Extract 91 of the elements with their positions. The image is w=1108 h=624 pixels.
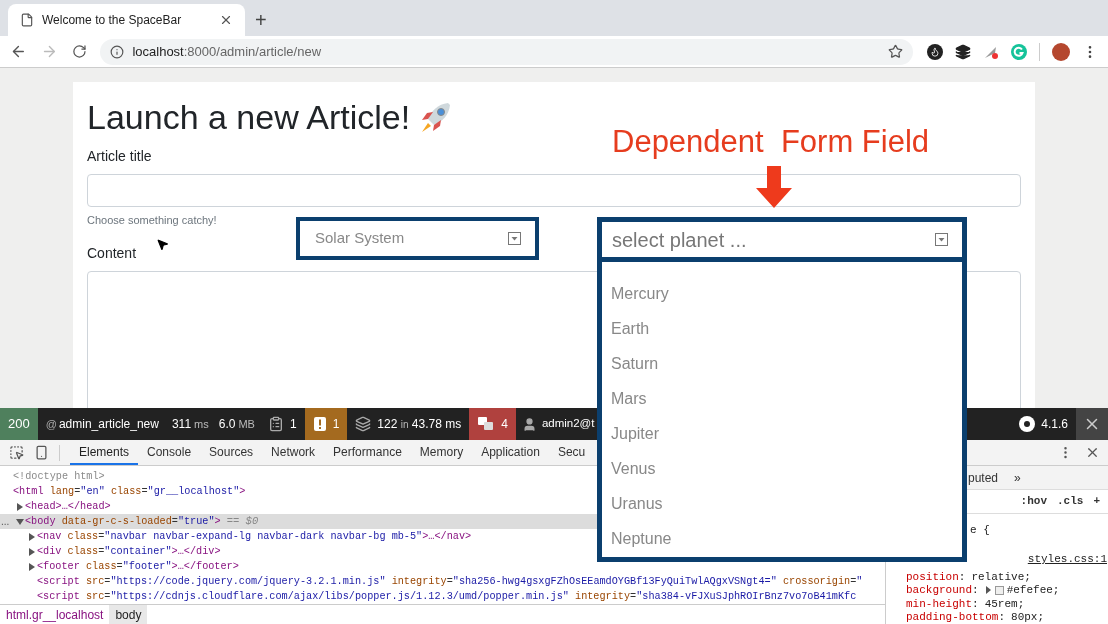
metric-value[interactable]: 6.0 MB: [213, 415, 260, 433]
dropdown-option[interactable]: Venus: [611, 456, 656, 481]
collapse-triangle-icon[interactable]: [16, 517, 24, 526]
dropdown-option[interactable]: Saturn: [611, 351, 659, 376]
layers-icon[interactable]: [355, 416, 372, 432]
dom-node[interactable]: <html lang="en" class="gr__localhost">: [13, 483, 246, 500]
translate-icon: [477, 416, 496, 432]
browser-tab[interactable]: Welcome to the SpaceBar: [8, 4, 245, 36]
expand-triangle-icon: [984, 586, 992, 595]
dropdown-option[interactable]: Mars: [611, 386, 647, 411]
status-code[interactable]: 200: [0, 408, 38, 440]
devtools-tab[interactable]: Elements: [70, 440, 139, 465]
expand-triangle-icon[interactable]: [16, 502, 24, 511]
css-rule-brace: e {: [970, 524, 990, 536]
user-icon[interactable]: [521, 416, 537, 432]
css-declaration[interactable]: padding-bottom: 80px;: [906, 609, 1045, 624]
database-queries[interactable]: 122 in 43.78 ms: [377, 415, 462, 433]
avatar[interactable]: [1052, 42, 1070, 61]
down-arrow-icon: [756, 166, 792, 208]
url-text: localhost:8000/admin/article/new: [132, 42, 323, 61]
dom-node[interactable]: <script src="https://cdnjs.cloudflare.com/ajax/libs/popper.js/1.12.3/umd/popper.min.js" integrity="sha384-vFJXuSJphROIrBnz7vo7oB41mKfc: [37, 588, 857, 604]
address-bar[interactable]: localhost:8000/admin/article/new: [100, 38, 913, 65]
filter-button[interactable]: .cls: [1057, 493, 1084, 510]
close-icon[interactable]: [1085, 445, 1100, 460]
breadcrumb-item[interactable]: html.gr__localhost: [0, 605, 110, 624]
planet-select[interactable]: select planet ...: [597, 217, 967, 262]
filter-button[interactable]: +: [1093, 493, 1100, 510]
layers-icon[interactable]: [955, 43, 971, 60]
dropdown-option[interactable]: Jupiter: [611, 421, 660, 446]
selected-node-marker: == $0: [226, 513, 259, 529]
dom-node[interactable]: <div class="container">…</div>: [37, 543, 221, 560]
reload-icon[interactable]: [71, 44, 87, 59]
stylesheet-link[interactable]: styles.css:1: [1027, 551, 1107, 567]
expand-triangle-icon[interactable]: [28, 562, 36, 571]
expand-triangle-icon[interactable]: [28, 547, 36, 556]
field-label: Article title: [87, 147, 152, 166]
devtools-tab[interactable]: Memory: [410, 440, 473, 465]
extension-icon[interactable]: [927, 43, 943, 60]
devtools-tab[interactable]: Performance: [324, 440, 411, 465]
clipboard-icon[interactable]: [267, 416, 284, 432]
tab-title: Welcome to the SpaceBar: [42, 12, 183, 29]
dom-node[interactable]: <!doctype html>: [13, 468, 105, 485]
devtools-tab[interactable]: Sources: [200, 440, 263, 465]
devtools-tab[interactable]: Secu: [548, 440, 595, 465]
computed-tab[interactable]: puted: [968, 468, 999, 487]
metric-value[interactable]: 311 ms: [166, 415, 214, 433]
text-input[interactable]: [87, 174, 1021, 207]
expand-triangle-icon[interactable]: [28, 532, 36, 541]
dom-node[interactable]: <footer class="footer">…</footer>: [37, 558, 239, 575]
info-icon: [110, 44, 125, 59]
translation-count[interactable]: 4: [469, 408, 516, 440]
mouse-cursor-icon: [156, 238, 169, 251]
node-menu-dots[interactable]: ...: [1, 516, 10, 527]
version-number[interactable]: 4.1.6: [1041, 415, 1068, 433]
dropdown-option[interactable]: Earth: [611, 316, 650, 341]
close-toolbar-button[interactable]: [1076, 408, 1108, 440]
dom-node[interactable]: <head>…</head>: [25, 498, 111, 515]
devtools-tab[interactable]: Console: [138, 440, 201, 465]
annotation-text: Dependent Form Field: [612, 126, 930, 157]
new-tab-button[interactable]: +: [245, 4, 277, 36]
back-icon[interactable]: [10, 43, 27, 60]
symfony-logo-icon[interactable]: [1019, 416, 1036, 432]
breadcrumb-item[interactable]: body: [109, 605, 148, 624]
bookmark-star-icon[interactable]: [888, 44, 903, 59]
device-toolbar-icon[interactable]: [34, 445, 49, 460]
page-icon: [20, 13, 34, 27]
dropdown-caret-icon[interactable]: [508, 232, 521, 245]
css-declaration[interactable]: position: relative;: [906, 568, 1031, 585]
more-tabs-button[interactable]: »: [1014, 468, 1021, 487]
dropdown-option[interactable]: Uranus: [611, 491, 663, 516]
page-heading: Launch a new Article!: [87, 98, 411, 136]
help-text: Choose something catchy!: [87, 213, 218, 228]
dom-node[interactable]: <nav class="navbar navbar-expand-lg navbar-dark navbar-bg mb-5">…</nav>: [37, 528, 472, 545]
dropdown-option[interactable]: Mercury: [611, 281, 669, 306]
route-name[interactable]: admin_article_new: [58, 415, 159, 433]
close-icon[interactable]: [219, 13, 233, 27]
logs-count[interactable]: 1: [304, 408, 348, 440]
filter-button[interactable]: :hov: [1020, 493, 1047, 510]
warning-icon: [312, 416, 327, 432]
dom-node[interactable]: <script src="https://code.jquery.com/jquery-3.2.1.min.js" integrity="sha256-hwg4gsxgFZhOsEEamdOYGBf13FyQuiTwlAQgxVSNgt4=" crossorigin=": [37, 573, 863, 590]
at-sign: @: [45, 416, 57, 432]
user-name[interactable]: admin2@t: [541, 415, 595, 433]
devtools-tab[interactable]: Application: [472, 440, 549, 465]
source-select[interactable]: Solar System: [296, 217, 539, 260]
forms-count[interactable]: 1: [289, 415, 297, 433]
dropdown-caret-icon[interactable]: [935, 233, 948, 246]
inspect-icon[interactable]: [9, 445, 24, 460]
field-label: Content: [87, 243, 137, 263]
devtools-tab[interactable]: Network: [262, 440, 325, 465]
dropdown-option[interactable]: Neptune: [611, 526, 672, 551]
dom-node[interactable]: <body data-gr-c-s-loaded="true">: [25, 513, 221, 530]
